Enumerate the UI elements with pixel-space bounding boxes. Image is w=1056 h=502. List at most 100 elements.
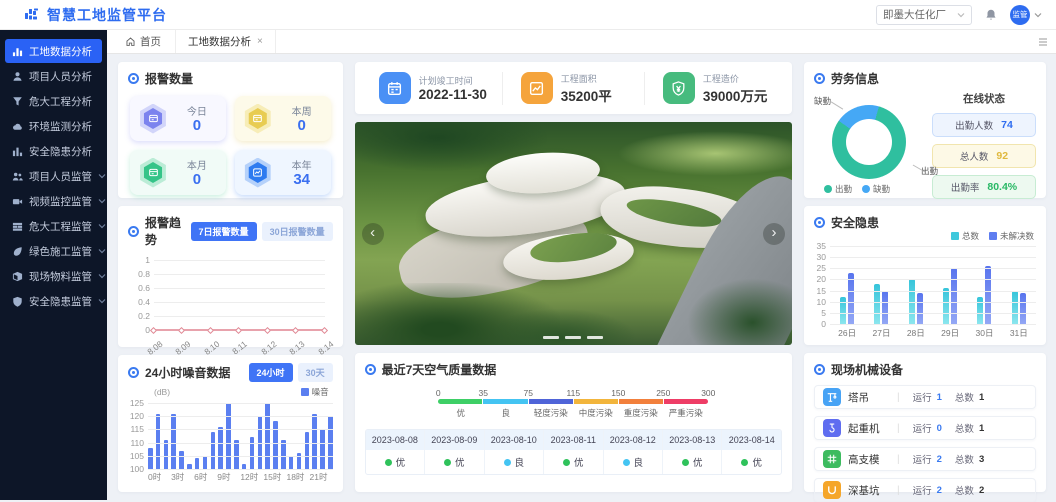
alarm-trend-chart: 10.80.60.40.208.088.098.108.118.128.138.… <box>128 256 333 356</box>
sidebar-item-危大工程分析[interactable]: 危大工程分析 <box>5 89 102 113</box>
alarm-trendline-icon <box>247 162 268 183</box>
sidebar-item-现场物料监管[interactable]: 现场物料监管 <box>5 264 102 288</box>
sidebar-item-环境监测分析[interactable]: 环境监测分析 <box>5 114 102 138</box>
camera-icon <box>12 196 23 207</box>
alarm-trend-title: 报警趋势 <box>145 214 185 248</box>
air-scale-tick: 250 <box>656 388 670 398</box>
legend-item-总数[interactable]: 总数 <box>951 230 979 242</box>
alarm-trend-range-button-0[interactable]: 7日报警数量 <box>191 222 257 241</box>
tab-home[interactable]: 首页 <box>107 30 175 53</box>
sidebar-item-工地数据分析[interactable]: 工地数据分析 <box>5 39 102 63</box>
alarm-trend-card: 报警趋势 7日报警数量30日报警数量 10.80.60.40.208.088.0… <box>118 206 343 347</box>
chevron-down-icon <box>98 197 106 205</box>
air-scale-segment <box>529 399 573 404</box>
site-photo-carousel: ‹ › <box>355 122 792 345</box>
site-rendering-art <box>486 309 635 345</box>
project-stat-label: 计划竣工时间 <box>419 74 487 87</box>
air-table-value: 良 <box>604 450 663 474</box>
bar-unresolved <box>985 266 991 324</box>
noise-bar <box>179 451 184 469</box>
noise-range-button-1[interactable]: 30天 <box>298 363 333 382</box>
sidebar-item-绿色施工监管[interactable]: 绿色施工监管 <box>5 239 102 263</box>
air-scale-segment <box>438 399 482 404</box>
legend-item-未解决数[interactable]: 未解决数 <box>989 230 1034 242</box>
chevron-down-icon <box>98 222 106 230</box>
sidebar-item-视频监控监管[interactable]: 视频监控监管 <box>5 189 102 213</box>
equipment-name: 深基坑 <box>848 483 890 498</box>
x-axis-tick: 3时 <box>171 469 194 483</box>
list-menu-icon[interactable] <box>1038 37 1048 47</box>
air-table-date: 2023-08-08 <box>366 430 425 450</box>
tab-active[interactable]: 工地数据分析 × <box>175 30 276 53</box>
labor-stat-总人数: 总人数92 <box>932 144 1036 168</box>
sidebar-item-label: 危大工程分析 <box>29 94 92 109</box>
noise-chart: 0时3时6时9时12时15时18时21时 125120115110105100 <box>148 403 333 469</box>
noise-bar <box>164 440 169 469</box>
carousel-indicators[interactable] <box>543 336 603 339</box>
alarm-trend-range-button-1[interactable]: 30日报警数量 <box>262 222 333 241</box>
noise-card: 24小时噪音数据 24小时30天 (dB) 噪音 0时3时6时9时12时15时1… <box>118 355 343 492</box>
noise-bar <box>171 414 176 469</box>
sidebar-item-安全隐患监管[interactable]: 安全隐患监管 <box>5 289 102 313</box>
x-axis-tick: 30日 <box>975 324 993 339</box>
equipment-row-起重机: 起重机 | 运行0 总数1 <box>814 416 1036 440</box>
funnel-icon <box>12 96 23 107</box>
sidebar-item-项目人员分析[interactable]: 项目人员分析 <box>5 64 102 88</box>
pit-icon <box>823 481 841 499</box>
logo-icon <box>24 7 40 23</box>
sidebar-item-label: 项目人员监管 <box>29 169 92 184</box>
alarm-card-icon <box>247 108 268 129</box>
legend-item-出勤[interactable]: 出勤 <box>824 183 852 195</box>
noise-bar <box>148 448 153 469</box>
calendar-icon <box>379 72 411 104</box>
noise-toggle: 24小时 30天 <box>249 363 333 382</box>
noise-range-button-0[interactable]: 24小时 <box>249 363 293 382</box>
sidebar-item-项目人员监管[interactable]: 项目人员监管 <box>5 164 102 188</box>
app-header: 智慧工地监管平台 即墨大任化厂 监管 <box>0 0 1056 30</box>
home-icon <box>125 36 136 47</box>
sidebar-item-安全隐患分析[interactable]: 安全隐患分析 <box>5 139 102 163</box>
chevron-down-icon <box>98 172 106 180</box>
labor-title: 劳务信息 <box>831 70 879 87</box>
air-scale-tick: 0 <box>436 388 441 398</box>
noise-x-axis: 0时3时6时9时12时15时18时21时 <box>148 469 333 483</box>
project-stats-card: 计划竣工时间 2022-11-30 工程面积 35200平 工程造价 39000… <box>355 62 792 114</box>
site-rendering-art <box>617 131 792 176</box>
equipment-card: 现场机械设备 塔吊 | 运行1 总数1 起重机 | 运行0 总数1 高支模 | … <box>804 353 1046 492</box>
sidebar-item-危大工程监管[interactable]: 危大工程监管 <box>5 214 102 238</box>
labor-stat-value: 74 <box>1001 119 1013 131</box>
noise-bar <box>211 432 216 469</box>
safety-chart: 26日27日28日29日30日31日 35302520151050 <box>830 246 1036 324</box>
labor-stat-出勤率: 出勤率80.4% <box>932 175 1036 199</box>
hoist-icon <box>823 419 841 437</box>
y-axis-tick: 20 <box>817 274 830 284</box>
user-menu[interactable]: 监管 <box>1010 5 1042 25</box>
equipment-run-value: 0 <box>937 423 942 434</box>
chevron-right-icon[interactable]: › <box>763 223 785 245</box>
site-selector-dropdown[interactable]: 即墨大任化厂 <box>876 5 972 25</box>
close-icon[interactable]: × <box>257 36 263 47</box>
noise-bar <box>281 440 286 469</box>
alarm-count-title: 报警数量 <box>145 70 193 87</box>
air-quality-card: 最近7天空气质量数据 03575115150250300 优良轻度污染中度污染重… <box>355 353 792 492</box>
project-stat-工程造价: 工程造价 39000万元 <box>644 72 786 105</box>
air-table-date: 2023-08-11 <box>544 430 603 450</box>
online-status-title: 在线状态 <box>963 91 1005 106</box>
bell-icon[interactable] <box>984 8 998 22</box>
sidebar-item-label: 工地数据分析 <box>29 44 92 59</box>
attendance-donut-chart: 缺勤 出勤 出勤缺勤 <box>814 89 932 195</box>
air-scale-levels: 优良轻度污染中度污染重度污染严重污染 <box>438 407 708 419</box>
x-axis-tick: 6时 <box>194 469 217 483</box>
alarm-tile-value: 0 <box>193 118 201 135</box>
chevron-left-icon[interactable]: ‹ <box>362 223 384 245</box>
chevron-down-icon <box>98 247 106 255</box>
air-scale-tick: 75 <box>524 388 533 398</box>
air-scale-segment <box>619 399 663 404</box>
equipment-total-value: 1 <box>979 392 984 403</box>
chevron-down-icon <box>1034 11 1042 19</box>
noise-bars <box>148 403 333 469</box>
air-scale-segment <box>664 399 708 404</box>
noise-unit-label: (dB) <box>154 387 170 397</box>
x-axis-tick: 26日 <box>838 324 856 339</box>
legend-item-缺勤[interactable]: 缺勤 <box>862 183 890 195</box>
